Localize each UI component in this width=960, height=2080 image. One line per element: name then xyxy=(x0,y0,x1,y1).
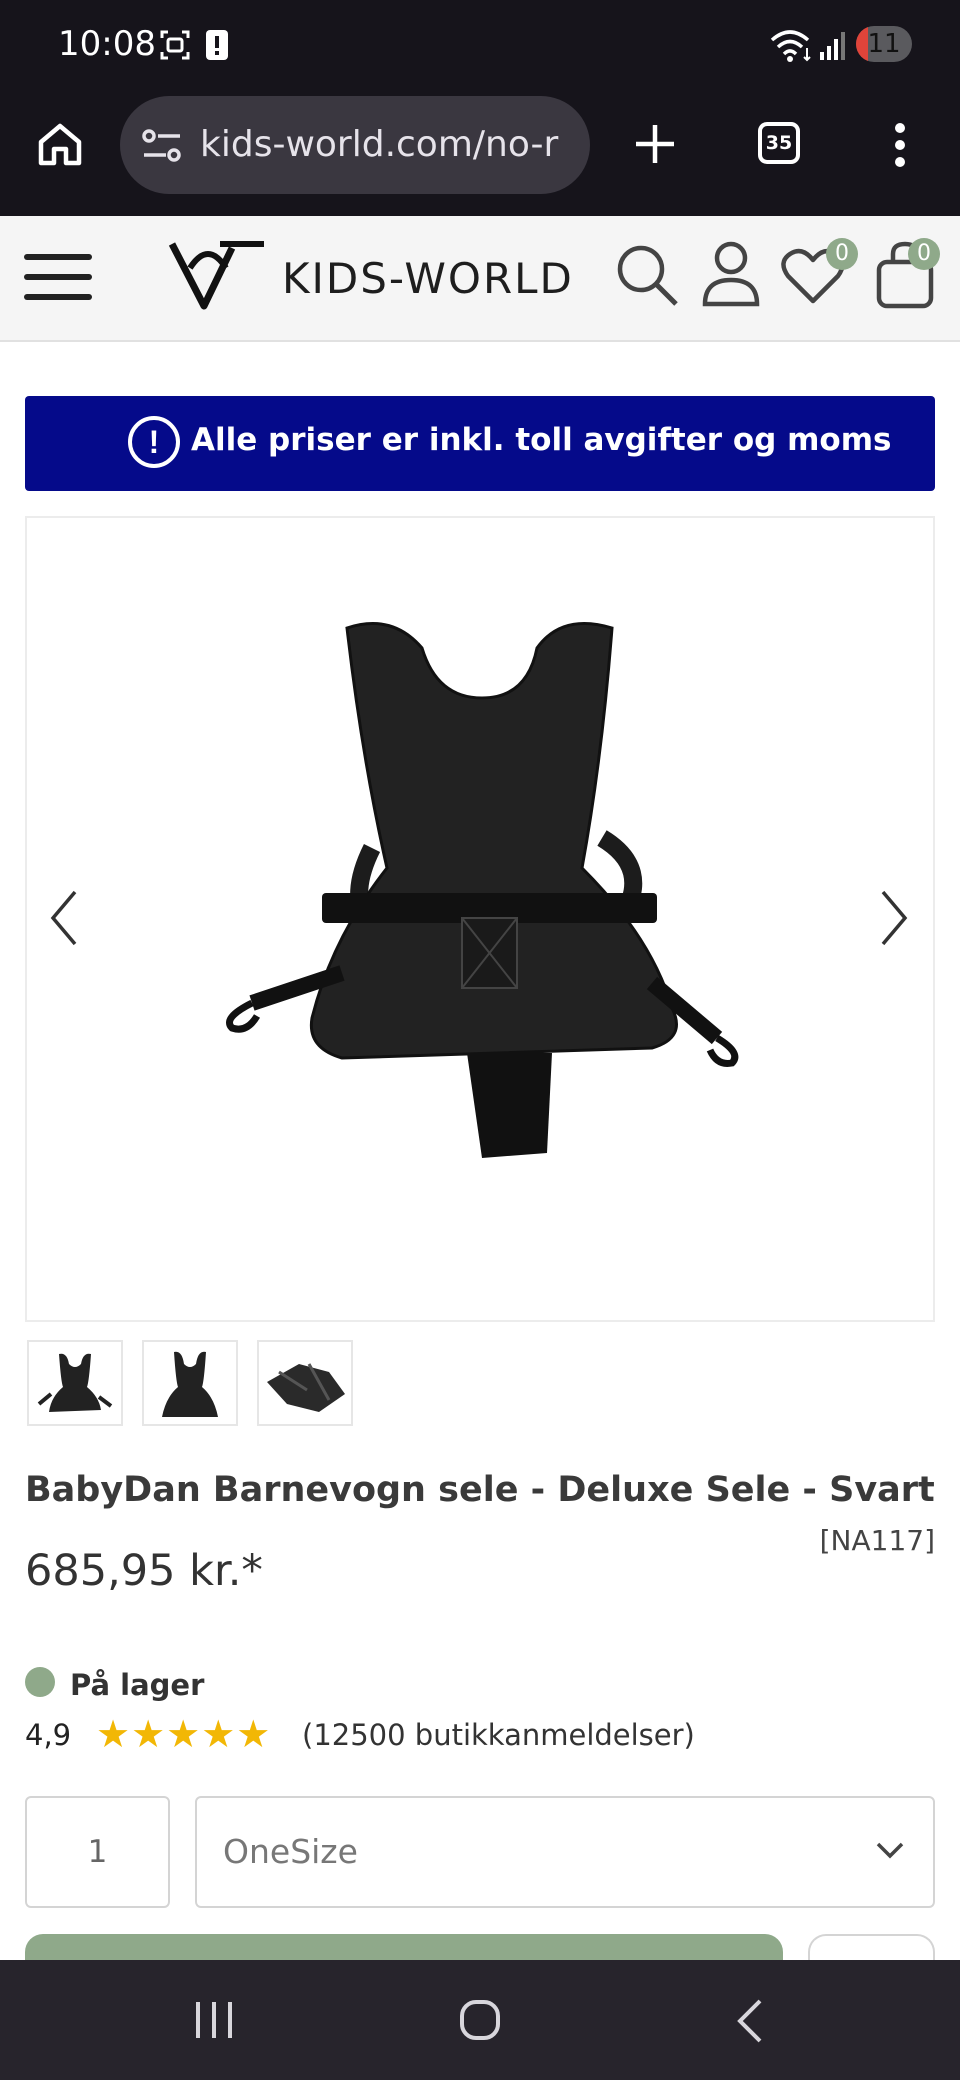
size-select[interactable]: OneSize xyxy=(195,1796,935,1908)
size-select-value: OneSize xyxy=(223,1832,358,1871)
signal-icon xyxy=(820,32,845,60)
review-count[interactable]: (12500 butikkanmeldelser) xyxy=(302,1718,695,1752)
back-icon[interactable] xyxy=(734,1998,764,2044)
site-settings-icon[interactable] xyxy=(140,126,184,166)
site-header: KIDS-WORLD 0 0 xyxy=(0,216,960,342)
banner-text: Alle priser er inkl. toll avgifter og mo… xyxy=(191,422,892,458)
url-text: kids-world.com/no-r xyxy=(200,124,559,165)
home-button-icon[interactable] xyxy=(458,1996,502,2044)
thumbnail-image xyxy=(37,1353,113,1412)
battery-level: 11 xyxy=(867,29,901,59)
product-image-gallery[interactable] xyxy=(25,516,935,1322)
alert-icon xyxy=(206,30,228,60)
home-icon[interactable] xyxy=(36,120,84,168)
battery-indicator: 11 xyxy=(856,26,912,62)
browser-toolbar: kids-world.com/no-r 35 xyxy=(0,90,960,216)
wishlist-count-badge: 0 xyxy=(826,238,858,270)
menu-icon[interactable] xyxy=(24,248,92,306)
price-info-banner: ! Alle priser er inkl. toll avgifter og … xyxy=(25,396,935,491)
brand-logo-icon[interactable] xyxy=(168,238,268,312)
cart-count-badge: 0 xyxy=(908,238,940,270)
stock-status-dot xyxy=(25,1667,55,1697)
thumbnail-2[interactable] xyxy=(142,1340,238,1426)
chevron-left-icon[interactable] xyxy=(47,888,81,948)
rating-value: 4,9 xyxy=(25,1718,72,1752)
quantity-input[interactable]: 1 xyxy=(25,1796,170,1908)
thumbnail-image xyxy=(267,1363,345,1412)
chevron-right-icon[interactable] xyxy=(877,888,911,948)
info-icon: ! xyxy=(128,416,180,468)
recent-apps-icon[interactable] xyxy=(192,2000,236,2040)
brand-name[interactable]: KIDS-WORLD xyxy=(282,254,574,303)
wifi-icon xyxy=(770,30,811,62)
status-bar: 10:08 11 xyxy=(0,0,960,90)
system-navigation-bar xyxy=(0,1960,960,2080)
address-bar[interactable]: kids-world.com/no-r xyxy=(120,96,590,194)
status-time: 10:08 xyxy=(58,24,156,64)
screenshot-icon xyxy=(160,30,190,60)
product-image[interactable] xyxy=(132,608,852,1268)
product-sku: [NA117] xyxy=(819,1524,935,1557)
product-price: 685,95 kr.* xyxy=(25,1546,263,1596)
rating-stars[interactable]: ★★★★★ xyxy=(96,1712,271,1756)
tabs-button[interactable]: 35 xyxy=(758,122,800,164)
new-tab-icon[interactable] xyxy=(633,122,677,166)
product-title: BabyDan Barnevogn sele - Deluxe Sele - S… xyxy=(25,1470,935,1510)
stock-status: På lager xyxy=(70,1668,205,1702)
chevron-down-icon xyxy=(876,1842,904,1859)
account-icon[interactable] xyxy=(700,240,762,308)
thumbnail-3[interactable] xyxy=(257,1340,353,1426)
search-icon[interactable] xyxy=(614,242,680,308)
thumbnail-image xyxy=(162,1351,218,1417)
more-icon[interactable] xyxy=(892,122,908,168)
thumbnail-1[interactable] xyxy=(27,1340,123,1426)
